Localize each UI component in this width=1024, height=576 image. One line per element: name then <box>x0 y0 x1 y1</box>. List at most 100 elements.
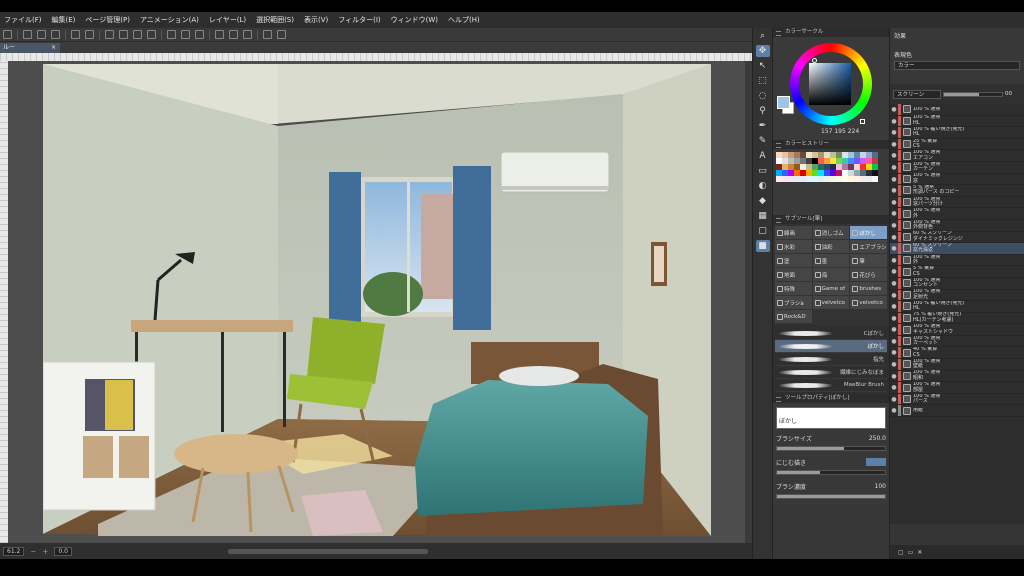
subtool-item[interactable]: 海 <box>812 268 850 281</box>
layer-row[interactable]: ● 100 % 通常外 <box>890 255 1024 267</box>
menu-page[interactable]: ページ管理(P) <box>85 15 130 25</box>
close-icon[interactable]: × <box>51 43 56 53</box>
layer-row[interactable]: ● 100 % 覆い焼き(発光) HL <box>890 127 1024 139</box>
layer-row[interactable]: ● 5 % 通常 形調パース のコピー <box>890 185 1024 197</box>
opacity-slider[interactable] <box>943 91 1003 97</box>
menu-layer[interactable]: レイヤー(L) <box>209 15 246 25</box>
menu-help[interactable]: ヘルプ(H) <box>448 15 480 25</box>
brush-item[interactable]: ぼかし <box>775 340 887 353</box>
layer-row[interactable]: ● 100 % 通常 <box>890 104 1024 116</box>
sv-cursor[interactable] <box>812 58 817 63</box>
eye-icon[interactable]: ● <box>890 150 898 161</box>
eye-icon[interactable]: ● <box>890 232 898 243</box>
eye-icon[interactable]: ● <box>890 185 898 196</box>
document-tab[interactable]: ルー × <box>0 43 60 53</box>
move-tool-icon[interactable]: ✥ <box>755 45 770 57</box>
zoom-out-icon[interactable]: － <box>30 547 36 556</box>
color-swatch[interactable] <box>872 176 878 182</box>
layer-row[interactable]: ● 100 % 通常 外側背色 <box>890 220 1024 232</box>
eye-icon[interactable]: ● <box>890 394 898 405</box>
blend-slider[interactable] <box>776 470 886 475</box>
eye-icon[interactable]: ● <box>890 347 898 358</box>
layer-row[interactable]: ● 100 % 通常 部屋 <box>890 382 1024 394</box>
layer-row[interactable]: ● 100 % 通常 エアコン <box>890 150 1024 162</box>
brush-item[interactable]: 繊維にじみなぼま <box>775 366 887 379</box>
subtool-item[interactable]: 線画 <box>775 226 812 239</box>
share-icon[interactable] <box>277 30 286 39</box>
layer-row[interactable]: ● 40 % 乗算 CS <box>890 347 1024 360</box>
subtool-item[interactable]: 油彩 <box>812 240 850 253</box>
eye-icon[interactable]: ● <box>890 405 898 416</box>
blend-tool-icon[interactable]: ◐ <box>756 180 770 192</box>
eye-icon[interactable]: ● <box>890 127 898 138</box>
hue-cursor[interactable] <box>860 119 865 124</box>
layer-row[interactable]: ● 60 % スクリーン ダイナミックレジンジ <box>890 231 1024 244</box>
saturation-value-square[interactable] <box>809 63 851 105</box>
snap-ruler-icon[interactable] <box>215 30 224 39</box>
snap-grid-icon[interactable] <box>243 30 252 39</box>
density-value[interactable]: 100 <box>875 483 886 490</box>
brush-size-slider[interactable] <box>776 446 886 451</box>
select-tool-icon[interactable]: ⬚ <box>756 75 770 87</box>
menu-edit[interactable]: 編集(E) <box>52 15 76 25</box>
eye-icon[interactable]: ● <box>890 313 898 324</box>
layer-row[interactable]: ● 100 % 通常 壁紙 <box>890 359 1024 371</box>
lasso-tool-icon[interactable]: ◌ <box>756 90 770 102</box>
delete-layer-icon[interactable]: ✕ <box>917 549 922 556</box>
home-icon[interactable] <box>3 30 12 39</box>
layer-row[interactable]: ● 100 % 通常 カーペット <box>890 336 1024 348</box>
new-folder-icon[interactable]: ▭ <box>908 549 914 556</box>
layer-row[interactable]: ● 100 % 通常 昭和 <box>890 370 1024 383</box>
canvas-area[interactable] <box>0 53 752 543</box>
brush-size-value[interactable]: 250.0 <box>869 435 886 442</box>
canvas-illustration[interactable] <box>43 64 711 536</box>
subtool-item[interactable]: brushes <box>850 282 887 295</box>
color-swatch-icon[interactable]: ■ <box>755 240 770 252</box>
zoom-input[interactable]: 61.2 <box>3 546 25 556</box>
subtool-item[interactable]: 特殊 <box>775 282 812 295</box>
layer-row[interactable]: ● 100 % 通常外 <box>890 208 1024 220</box>
layer-row[interactable]: ● 用紙 <box>890 405 1024 418</box>
layer-row[interactable]: ● 100 % 通常 HL <box>890 115 1024 128</box>
eye-icon[interactable]: ● <box>890 301 898 312</box>
eye-icon[interactable]: ● <box>890 336 898 347</box>
zoom-tool-icon[interactable]: ⌕ <box>756 30 770 42</box>
invert-selection-icon[interactable] <box>181 30 190 39</box>
eye-icon[interactable]: ● <box>890 255 898 266</box>
new-file-icon[interactable] <box>23 30 32 39</box>
pen-tool-icon[interactable]: ✒ <box>756 120 770 132</box>
blend-mode-dropdown[interactable]: スクリーン <box>893 89 941 99</box>
display-color-dropdown[interactable]: カラー <box>894 61 1020 70</box>
transform-icon[interactable] <box>147 30 156 39</box>
layer-row[interactable]: ● 25 % 乗算 CS <box>890 139 1024 151</box>
vertical-scrollbar[interactable] <box>745 61 752 543</box>
rotation-input[interactable]: 0.0 <box>54 546 72 556</box>
snap-special-ruler-icon[interactable] <box>229 30 238 39</box>
menu-view[interactable]: 表示(V) <box>304 15 328 25</box>
gradient-tool-icon[interactable]: ▦ <box>756 210 770 222</box>
clear-icon[interactable] <box>105 30 114 39</box>
new-layer-icon[interactable]: ▢ <box>898 549 904 556</box>
fill-icon[interactable] <box>133 30 142 39</box>
menu-file[interactable]: ファイル(F) <box>4 15 42 25</box>
subtool-item[interactable]: 水彩 <box>775 240 812 253</box>
operation-tool-icon[interactable]: ↖ <box>756 60 770 72</box>
menu-selection[interactable]: 選択範囲(S) <box>256 15 294 25</box>
eye-icon[interactable]: ● <box>890 220 898 231</box>
layer-row[interactable]: ● 75 % 覆い焼き(発光) HL(カーテン考慮) <box>890 312 1024 325</box>
subtool-item[interactable]: velvetco <box>850 296 887 309</box>
layer-row[interactable]: ● 100 % 覆い焼き(発光) HL <box>890 301 1024 313</box>
eye-icon[interactable]: ● <box>890 104 898 115</box>
opacity-value[interactable]: 00 <box>1005 91 1012 97</box>
layer-row[interactable]: ● 5 % 乗算 CS <box>890 266 1024 278</box>
eye-icon[interactable]: ● <box>890 174 898 185</box>
eye-icon[interactable]: ● <box>890 382 898 393</box>
brush-item[interactable]: 指先 <box>775 353 887 366</box>
menu-animation[interactable]: アニメーション(A) <box>140 15 199 25</box>
eraser-tool-icon[interactable]: ▭ <box>756 165 770 177</box>
blend-toggle[interactable] <box>866 458 886 466</box>
eye-icon[interactable]: ● <box>890 278 898 289</box>
show-selection-icon[interactable] <box>195 30 204 39</box>
layer-row[interactable]: ● 100 % 通常 コンセント <box>890 278 1024 290</box>
brush-item[interactable]: Cぼかし <box>775 327 887 340</box>
